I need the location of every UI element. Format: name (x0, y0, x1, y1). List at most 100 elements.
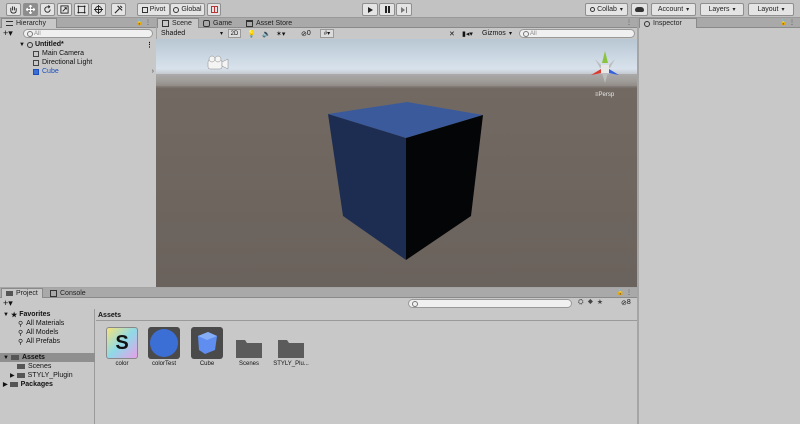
layers-dropdown[interactable]: Layers (700, 3, 744, 16)
prefab-cube-icon (191, 327, 223, 359)
inspector-lock-menu-icon[interactable]: 🔒⋮ (780, 19, 797, 26)
collab-icon (590, 7, 596, 12)
pause-button[interactable] (379, 3, 395, 16)
asset-item[interactable]: S color (103, 327, 141, 367)
folder-icon (10, 355, 19, 360)
favorites-row[interactable]: ▼ ★ Favorites (3, 310, 50, 319)
pivot-toggle[interactable]: Pivot (137, 3, 170, 16)
persp-label[interactable]: ≡Persp (595, 92, 614, 98)
packages-folder-row[interactable]: ▶ Packages (3, 380, 53, 389)
rotate-tool-icon[interactable] (40, 3, 55, 16)
chevron-right-icon[interactable]: › (152, 68, 154, 75)
gizmos-dropdown[interactable]: Gizmos ▾ (480, 29, 514, 38)
pivot-icon (141, 6, 148, 13)
folder-icon (16, 373, 25, 378)
shader-icon: S (106, 327, 138, 359)
asset-item[interactable]: Cube (188, 327, 226, 367)
tab-asset-store[interactable]: Asset Store (242, 18, 302, 28)
assets-subfolder-row[interactable]: Scenes (17, 362, 51, 371)
search-icon: ⚲ (18, 338, 24, 346)
tab-label: Scene (172, 20, 192, 27)
tab-hierarchy[interactable]: Hierarchy (1, 18, 57, 28)
hierarchy-panel: Hierarchy 🔒⋮ +▾ All ▼ Untitled* ⋮ Main C… (0, 18, 156, 287)
hierarchy-item-directional-light[interactable]: Directional Light (33, 58, 92, 67)
favorites-item-label: All Materials (26, 320, 65, 327)
main-toolbar: Pivot Global Collab Account Layers Layou… (0, 0, 800, 18)
folder-icon (9, 382, 18, 387)
create-plus-button[interactable]: +▾ (3, 29, 13, 38)
asset-item[interactable]: colorTest (145, 327, 183, 367)
folder-icon (233, 327, 265, 359)
pivot-label: Pivot (149, 6, 166, 13)
snap-grid-button[interactable] (207, 3, 221, 16)
favorites-item[interactable]: ⚲ All Prefabs (18, 337, 60, 346)
account-dropdown[interactable]: Account (651, 3, 696, 16)
tab-inspector[interactable]: Inspector (639, 18, 697, 28)
favorites-item[interactable]: ⚲ All Materials (18, 319, 64, 328)
tab-console[interactable]: Console (46, 288, 92, 298)
camera-settings-icon[interactable]: ▮◂▾ (462, 30, 473, 38)
audio-toggle-icon[interactable]: 🔈 (262, 30, 271, 38)
play-button[interactable] (362, 3, 378, 16)
assets-breadcrumb[interactable]: Assets (96, 309, 637, 321)
scene-menu-icon[interactable]: ⋮ (146, 41, 153, 49)
scale-tool-icon[interactable] (57, 3, 72, 16)
filter-type-icon[interactable]: ⛭ (578, 299, 588, 306)
hidden-objects-toggle[interactable]: ⊘ 0 (301, 30, 311, 38)
panel-lock-menu-icon[interactable]: 🔒⋮ (136, 19, 153, 26)
hierarchy-item-main-camera[interactable]: Main Camera (33, 49, 84, 58)
step-button[interactable] (396, 3, 412, 16)
project-create-button[interactable]: +▾ (3, 299, 13, 308)
assets-label: Assets (21, 354, 45, 361)
layout-dropdown[interactable]: Layout (748, 3, 794, 16)
subfolder-label: Scenes (28, 363, 52, 370)
2d-label: 2D (230, 30, 239, 37)
hidden-packages-badge[interactable]: ⊘ 8 (621, 299, 631, 307)
inspector-panel: Inspector 🔒⋮ (639, 18, 800, 424)
2d-toggle[interactable]: 2D (228, 29, 241, 38)
hand-tool-icon[interactable] (6, 3, 21, 16)
grid-dropdown[interactable]: #▾ (320, 29, 334, 38)
scene-search-input[interactable]: All (519, 29, 635, 38)
assets-subfolder-row[interactable]: ▶ STYLY_Plugin (10, 371, 73, 380)
assets-folder-row[interactable]: ▼ Assets (0, 353, 95, 362)
favorite-star-icon[interactable]: ★ (597, 299, 607, 306)
hierarchy-item-cube[interactable]: Cube › (33, 67, 156, 76)
asset-label: color (115, 361, 129, 367)
layout-label: Layout (757, 6, 779, 13)
expand-triangle-right-icon: ▶ (3, 382, 8, 388)
rect-tool-icon[interactable] (74, 3, 89, 16)
custom-tool-icon[interactable] (111, 3, 126, 16)
project-lock-menu-icon[interactable]: 🔒⋮ (617, 289, 634, 296)
tools-settings-icon[interactable]: ✕ (449, 30, 455, 38)
effects-dropdown-icon[interactable]: ✶▾ (276, 30, 285, 38)
asset-item[interactable]: STYLY_Plu... (272, 327, 310, 367)
cloud-button[interactable] (631, 3, 648, 16)
global-toggle[interactable]: Global (170, 3, 205, 16)
project-search-input[interactable] (408, 299, 572, 308)
asset-label: STYLY_Plu... (273, 361, 309, 367)
move-tool-icon[interactable] (23, 3, 38, 16)
hierarchy-item-label: Directional Light (42, 59, 93, 66)
filter-label-icon[interactable]: ◆ (588, 299, 598, 306)
transform-tool-icon[interactable] (91, 3, 106, 16)
expand-triangle-icon: ▼ (3, 354, 9, 361)
subfolder-label: STYLY_Plugin (27, 372, 73, 379)
gameobject-icon (33, 50, 39, 57)
play-icon (367, 6, 373, 13)
hierarchy-list-icon (6, 21, 13, 26)
hierarchy-search-input[interactable]: All (23, 29, 153, 38)
scene-viewport[interactable]: ≡Persp (156, 39, 637, 287)
lighting-toggle-icon[interactable]: 💡 (247, 30, 256, 38)
scene-root-row[interactable]: ▼ Untitled* ⋮ (19, 40, 156, 49)
tab-project[interactable]: Project (1, 288, 43, 298)
collab-dropdown[interactable]: Collab (585, 3, 628, 16)
tab-scene[interactable]: Scene (157, 18, 199, 28)
shading-mode-dropdown[interactable]: Shaded ▾ (159, 29, 225, 38)
favorites-item[interactable]: ⚲ All Models (18, 328, 58, 337)
project-filter-icons[interactable]: ⛭◆★ (578, 299, 607, 307)
scene-panel-menu-icon[interactable]: ⋮ (626, 19, 634, 26)
asset-item[interactable]: Scenes (230, 327, 268, 367)
tab-game[interactable]: Game (199, 18, 239, 28)
expand-triangle-icon: ▼ (19, 41, 25, 48)
